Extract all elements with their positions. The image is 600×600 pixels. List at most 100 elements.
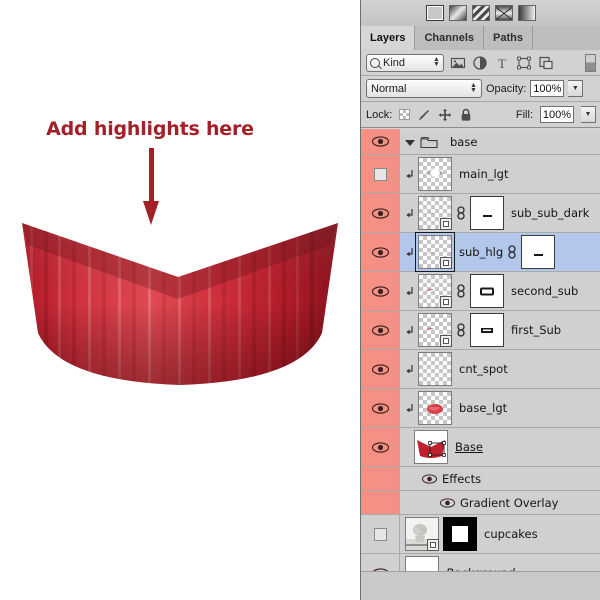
fill-dropdown-icon[interactable]: ▼	[581, 106, 596, 123]
layer-thumbnail[interactable]	[405, 517, 439, 551]
lock-position-icon[interactable]	[438, 108, 452, 122]
layer-thumbnail[interactable]	[418, 313, 452, 347]
group-disclosure-icon[interactable]	[405, 139, 415, 146]
visibility-toggle[interactable]	[361, 515, 400, 553]
visibility-toggle[interactable]	[361, 233, 400, 271]
fill-label: Fill:	[515, 108, 533, 121]
visibility-toggle[interactable]	[361, 194, 400, 232]
layer-row-background[interactable]: Background	[361, 554, 600, 572]
clipping-mask-icon	[405, 208, 416, 220]
layer-thumbnail[interactable]	[405, 556, 439, 572]
visibility-toggle[interactable]	[361, 272, 400, 310]
eye-icon[interactable]	[422, 473, 437, 484]
layers-panel-footer[interactable]	[361, 571, 600, 600]
opacity-input[interactable]: 100%	[530, 80, 565, 97]
layer-thumbnail[interactable]	[418, 352, 452, 386]
chevron-updown-icon[interactable]: ▲ ▼	[470, 82, 477, 94]
smart-object-filter-icon[interactable]	[538, 55, 554, 71]
angle-gradient-icon[interactable]	[472, 5, 490, 21]
layer-list[interactable]: base main_lgt sub_sub_dark sub_hlg secon…	[361, 129, 600, 572]
filter-enable-toggle[interactable]	[585, 53, 596, 72]
layer-mask-thumbnail[interactable]	[521, 235, 556, 269]
adjustment-filter-icon[interactable]	[472, 55, 488, 71]
layer-name[interactable]: cupcakes	[484, 527, 538, 541]
effects-visibility-toggle[interactable]	[361, 467, 400, 490]
layer-name[interactable]: sub_sub_dark	[511, 206, 589, 220]
layer-row-cnt-spot[interactable]: cnt_spot	[361, 350, 600, 389]
radial-gradient-icon[interactable]	[449, 5, 467, 21]
layer-name[interactable]: main_lgt	[459, 167, 509, 181]
type-filter-icon[interactable]: T	[494, 55, 510, 71]
visibility-toggle[interactable]	[361, 389, 400, 427]
filter-kind-label: Kind	[383, 56, 406, 69]
layer-row-base-lgt[interactable]: base_lgt	[361, 389, 600, 428]
layer-effects-row[interactable]: Effects	[361, 467, 600, 491]
visibility-toggle[interactable]	[361, 428, 400, 466]
layers-panel: Layers Channels Paths Kind ▲ ▼ T Normal …	[360, 0, 600, 600]
opacity-dropdown-icon[interactable]: ▼	[568, 80, 584, 97]
layer-row-sub-sub-dark[interactable]: sub_sub_dark	[361, 194, 600, 233]
lock-pixels-icon[interactable]	[417, 108, 431, 122]
layer-thumbnail[interactable]	[414, 430, 448, 464]
layer-name[interactable]: base	[450, 135, 477, 149]
layer-thumbnail[interactable]	[415, 232, 455, 272]
blend-opacity-row[interactable]: Normal ▲ ▼ Opacity: 100% ▼	[361, 76, 600, 102]
layer-row-sub-hlg[interactable]: sub_hlg	[361, 232, 600, 272]
linear-gradient-icon[interactable]	[426, 5, 444, 21]
layer-row-cupcakes[interactable]: cupcakes	[361, 515, 600, 554]
mask-link-icon[interactable]	[455, 323, 467, 337]
chevron-updown-icon[interactable]: ▲ ▼	[433, 56, 440, 68]
layer-mask-thumbnail[interactable]	[470, 196, 504, 230]
visibility-toggle[interactable]	[361, 350, 400, 388]
layer-mask-thumbnail[interactable]	[470, 313, 504, 347]
layer-row-first-sub[interactable]: first_Sub	[361, 311, 600, 350]
filter-kind-select[interactable]: Kind ▲ ▼	[366, 53, 444, 72]
layer-name[interactable]: Base	[455, 440, 483, 454]
cupcake-liner-artwork	[0, 215, 360, 390]
image-filter-icon[interactable]	[450, 55, 466, 71]
tab-layers[interactable]: Layers	[361, 26, 416, 50]
layer-thumbnail[interactable]	[418, 157, 452, 191]
photoshop-window: Add highlights here Layers Channels Path…	[0, 0, 600, 600]
layer-row-second-sub[interactable]: second_sub	[361, 272, 600, 311]
mask-link-icon[interactable]	[455, 206, 467, 220]
visibility-toggle[interactable]	[361, 311, 400, 349]
fill-input[interactable]: 100%	[540, 106, 574, 123]
lock-row[interactable]: Lock: Fill: 100% ▼	[361, 102, 600, 128]
tab-channels[interactable]: Channels	[415, 26, 484, 50]
shape-filter-icon[interactable]	[516, 55, 532, 71]
layer-thumbnail[interactable]	[418, 274, 452, 308]
tab-paths[interactable]: Paths	[484, 26, 533, 50]
layer-name[interactable]: sub_hlg	[459, 245, 503, 259]
layer-name[interactable]: second_sub	[511, 284, 578, 298]
layer-thumbnail[interactable]	[418, 196, 452, 230]
diamond-gradient-icon[interactable]	[518, 5, 536, 21]
layer-row-main-lgt[interactable]: main_lgt	[361, 155, 600, 194]
tab-bar-filler	[532, 26, 600, 50]
layer-name[interactable]: first_Sub	[511, 323, 561, 337]
mask-link-icon[interactable]	[506, 245, 518, 259]
layer-mask-thumbnail[interactable]	[443, 517, 477, 551]
layer-name[interactable]: base_lgt	[459, 401, 507, 415]
reflected-gradient-icon[interactable]	[495, 5, 513, 21]
layer-name[interactable]: cnt_spot	[459, 362, 508, 376]
document-canvas[interactable]: Add highlights here	[0, 0, 360, 600]
panel-tabs[interactable]: Layers Channels Paths	[361, 26, 600, 51]
layer-row-base[interactable]: Base	[361, 428, 600, 467]
layer-filter-row[interactable]: Kind ▲ ▼ T	[361, 50, 600, 76]
effect-row-gradient-overlay[interactable]: Gradient Overlay	[361, 491, 600, 515]
visibility-toggle[interactable]	[361, 554, 400, 572]
layer-thumbnail[interactable]	[418, 391, 452, 425]
gradient-type-bar[interactable]	[361, 0, 600, 27]
visibility-toggle[interactable]	[361, 155, 400, 193]
visibility-toggle[interactable]	[361, 129, 400, 154]
mask-link-icon[interactable]	[455, 284, 467, 298]
layer-row-base-group[interactable]: base	[361, 129, 600, 155]
effect-visibility-toggle[interactable]	[361, 491, 400, 514]
eye-icon[interactable]	[440, 497, 455, 508]
lock-transparency-icon[interactable]	[399, 109, 411, 120]
thumbnail-art	[419, 392, 451, 424]
lock-all-icon[interactable]	[459, 108, 473, 122]
blend-mode-select[interactable]: Normal ▲ ▼	[366, 79, 482, 98]
layer-mask-thumbnail[interactable]	[470, 274, 504, 308]
